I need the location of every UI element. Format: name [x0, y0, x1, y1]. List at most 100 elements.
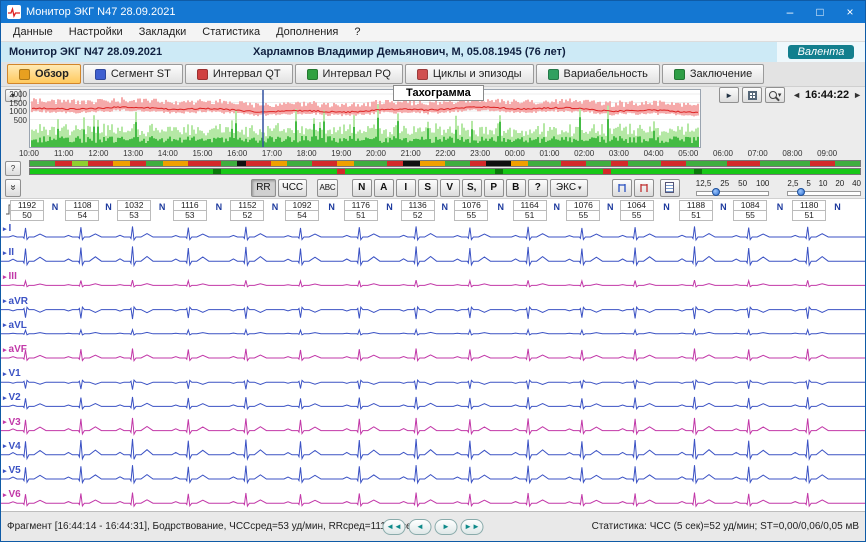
hr-mode-button[interactable]: ЧСС [278, 179, 307, 197]
statistics-info: Статистика: ЧСС (5 сек)=52 уд/мин; ST=0,… [592, 521, 859, 532]
strip-segment [237, 161, 245, 166]
lead-name: V5 [9, 465, 21, 476]
caliper-delete-button[interactable] [634, 179, 654, 197]
magnifier-icon [769, 91, 777, 99]
minimize-button[interactable]: – [775, 1, 805, 23]
beat-type-button-5[interactable]: V [440, 179, 460, 197]
grid-tool-button[interactable] [742, 87, 762, 103]
time-axis-tick-21: 06:00 [708, 149, 738, 158]
strip-segment [271, 161, 288, 166]
beat-type-button-3[interactable]: I [396, 179, 416, 197]
abc-button[interactable]: АВС [317, 179, 337, 197]
beat-annotation: 118851 [679, 200, 713, 221]
menu-item-4[interactable]: Статистика [194, 26, 268, 38]
tab-2[interactable]: Сегмент ST [83, 64, 183, 84]
tab-5[interactable]: Циклы и эпизоды [405, 64, 534, 84]
beat-hr-value: 51 [344, 211, 378, 221]
pacer-button[interactable]: ЭКС ▾ [550, 179, 588, 197]
strip-segment [561, 161, 586, 166]
beat-type-button-2[interactable]: A [374, 179, 394, 197]
beat-annotations: 119250N110854N103253N111653N115252N10925… [1, 198, 865, 221]
beat-type-button-1[interactable]: N [352, 179, 372, 197]
lead-name: V3 [9, 417, 21, 428]
lead-trace-I [1, 226, 865, 240]
fast-backward-button[interactable]: ◄◄ [383, 519, 406, 535]
speed-track[interactable] [696, 188, 770, 197]
strip-segment [345, 169, 494, 174]
lead-marker-icon: ▸ [3, 346, 7, 354]
zoom-tool-button[interactable]: ▾ [765, 87, 785, 103]
caliper-button[interactable] [612, 179, 632, 197]
strip-segment [30, 169, 213, 174]
collapse-toolbar-button[interactable]: » [5, 179, 21, 197]
ecg-panel[interactable]: ▸I▸II▸III▸aVR▸aVL▸aVF▸V1▸V2▸V3▸V4▸V5▸V6 [1, 221, 865, 511]
time-forward-button[interactable]: ► [853, 90, 862, 100]
events-strip[interactable] [29, 160, 861, 167]
strip-segment [30, 161, 55, 166]
rhythm-strip[interactable] [29, 168, 861, 175]
beat-annotation: 116451 [513, 200, 547, 221]
tab-6[interactable]: Вариабельность [536, 64, 660, 84]
tab-1[interactable]: Обзор [7, 64, 81, 84]
beat-type-button-6[interactable]: S, [462, 179, 482, 197]
cursor-tool-button[interactable]: ► [719, 87, 739, 103]
step-backward-button[interactable]: ◄ [409, 519, 432, 535]
menu-item-5[interactable]: Дополнения [268, 26, 346, 38]
lead-label-V5: ▸V5 [3, 465, 21, 476]
playback-controls: ◄◄◄►►► [383, 519, 484, 535]
play-button[interactable]: ► [435, 519, 458, 535]
tachogram-chart[interactable] [29, 89, 701, 148]
menu-item-2[interactable]: Настройки [61, 26, 131, 38]
tab-4[interactable]: Интервал PQ [295, 64, 403, 84]
tab-7[interactable]: Заключение [662, 64, 764, 84]
beat-type-button-7[interactable]: P [484, 179, 504, 197]
lead-marker-icon: ▸ [3, 442, 7, 450]
beat-type-label: N [159, 202, 166, 212]
time-axis-tick-20: 05:00 [673, 149, 703, 158]
caliper-icon [616, 182, 628, 194]
strip-segment [420, 161, 445, 166]
menu-item-1[interactable]: Данные [5, 26, 61, 38]
time-axis-tick-5: 14:00 [153, 149, 183, 158]
beat-hr-value: 54 [285, 211, 319, 221]
lead-label-V4: ▸V4 [3, 441, 21, 452]
strip-segment [337, 169, 345, 174]
strip-segment [702, 169, 860, 174]
patient-name: Харлампов Владимир Демьянович, М, 05.08.… [253, 46, 777, 58]
lead-name: V2 [9, 392, 21, 403]
status-bar: Фрагмент [16:44:14 - 16:44:31], Бодрство… [1, 511, 865, 541]
strip-segment [503, 169, 603, 174]
strip-segment [387, 161, 404, 166]
maximize-button[interactable]: □ [805, 1, 835, 23]
lead-marker-icon: ▸ [3, 249, 7, 257]
gain-thumb[interactable] [797, 188, 805, 196]
tab-3[interactable]: Интервал QT [185, 64, 293, 84]
lead-label-III: ▸III [3, 271, 17, 282]
gain-tick-5: 40 [852, 179, 861, 188]
report-button[interactable] [660, 179, 680, 197]
cursor-time-value: 16:44:22 [805, 89, 849, 101]
lead-trace-V5 [1, 465, 865, 483]
beat-type-button-9[interactable]: ? [528, 179, 548, 197]
brand-badge[interactable]: Валента [788, 45, 855, 59]
time-back-button[interactable]: ◄ [792, 90, 801, 100]
gain-track[interactable] [787, 188, 861, 197]
help-button[interactable]: ? [5, 161, 21, 176]
menu-item-3[interactable]: Закладки [131, 26, 195, 38]
beat-annotation: 106455 [620, 200, 654, 221]
beat-hr-value: 55 [620, 211, 654, 221]
chevrons-icon: » [8, 185, 19, 191]
fast-forward-button[interactable]: ►► [461, 519, 484, 535]
gain-slider: 2,55102040 [787, 179, 861, 197]
close-button[interactable]: × [835, 1, 865, 23]
speed-thumb[interactable] [712, 188, 720, 196]
ecg-traces [1, 221, 865, 511]
beat-annotation: 111653 [173, 200, 207, 221]
rr-mode-button[interactable]: RR [251, 179, 276, 197]
beat-type-button-4[interactable]: S [418, 179, 438, 197]
strip-segment [146, 161, 163, 166]
strip-segment [88, 161, 113, 166]
menu-item-6[interactable]: ? [346, 26, 368, 38]
beat-type-button-8[interactable]: B [506, 179, 526, 197]
strip-segment [495, 169, 503, 174]
